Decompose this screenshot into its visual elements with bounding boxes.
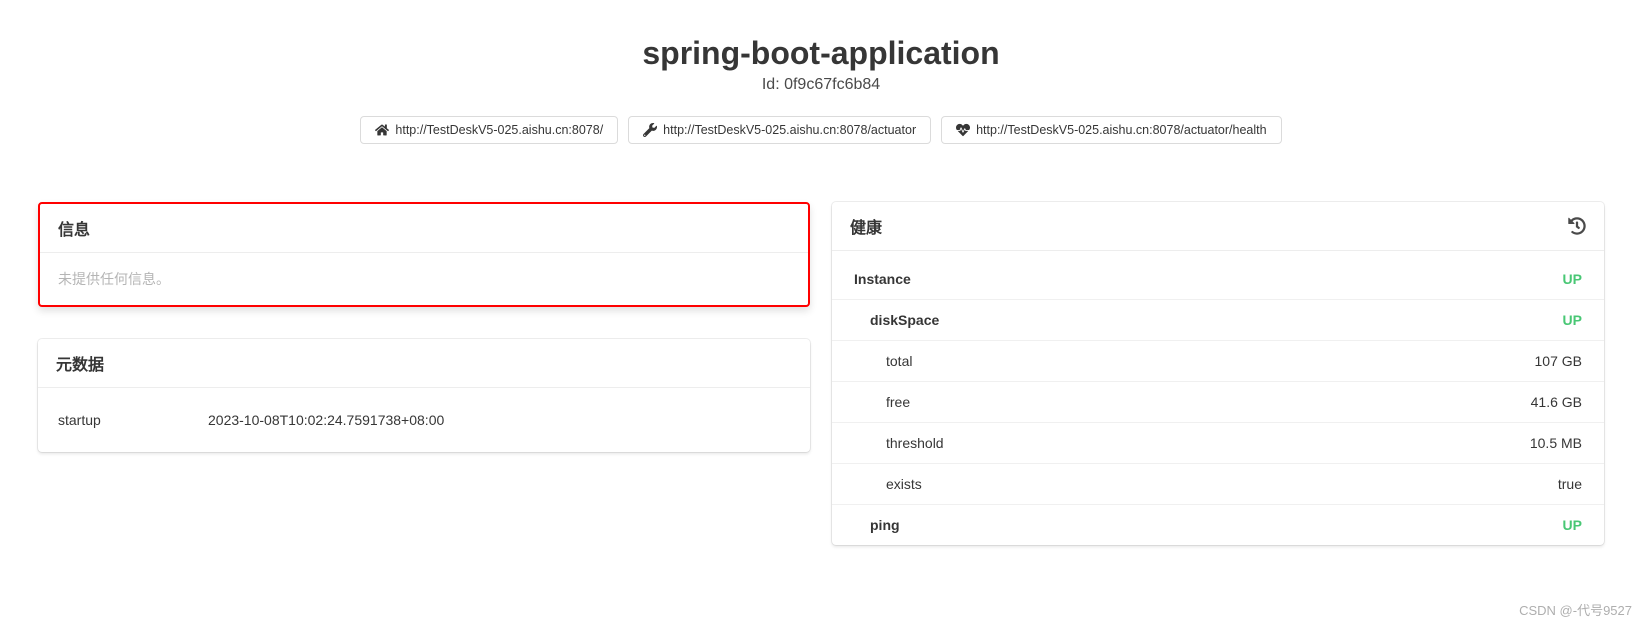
health-row: Instance UP [832,251,1604,299]
info-card-header: 信息 [40,204,808,253]
health-card-title: 健康 [850,214,882,238]
home-icon [375,123,389,137]
health-row-value: UP [1563,312,1582,328]
health-row-label: threshold [886,435,944,451]
url-actuator-button[interactable]: http://TestDeskV5-025.aishu.cn:8078/actu… [628,116,931,144]
health-table: Instance UP diskSpace UP total 107 GB free 41.6… [832,251,1604,545]
health-row-label: ping [870,517,900,533]
health-row-value: 107 GB [1535,353,1582,369]
health-row-value: UP [1563,517,1582,533]
metadata-value: 2023-10-08T10:02:24.7591738+08:00 [208,412,444,428]
info-empty-text: 未提供任何信息。 [58,271,170,287]
health-row-value: 41.6 GB [1531,394,1582,410]
info-card-body: 未提供任何信息。 [40,253,808,305]
url-home-button[interactable]: http://TestDeskV5-025.aishu.cn:8078/ [360,116,618,144]
url-button-group: http://TestDeskV5-025.aishu.cn:8078/ htt… [0,116,1642,144]
health-row-value: 10.5 MB [1530,435,1582,451]
health-row-label: Instance [854,271,911,287]
heartbeat-icon [956,123,970,137]
wrench-icon [643,123,657,137]
health-row: ping UP [832,504,1604,545]
health-row: threshold 10.5 MB [832,422,1604,463]
health-row: exists true [832,463,1604,504]
health-row: free 41.6 GB [832,381,1604,422]
watermark-text: CSDN @-代号9527 [1519,600,1632,619]
health-row-value: UP [1563,271,1582,287]
right-column: 健康 Instance UP diskSpace UP total 107 GB free 4… [832,202,1604,545]
metadata-card-title: 元数据 [56,351,104,375]
health-row-label: exists [886,476,922,492]
history-icon[interactable] [1568,217,1586,235]
info-card: 信息 未提供任何信息。 [38,202,810,307]
health-row-label: diskSpace [870,312,939,328]
health-row: diskSpace UP [832,299,1604,340]
health-row-label: total [886,353,912,369]
app-id: Id: 0f9c67fc6b84 [0,76,1642,94]
page-header: spring-boot-application Id: 0f9c67fc6b84… [0,0,1642,164]
url-home-text: http://TestDeskV5-025.aishu.cn:8078/ [395,123,603,137]
metadata-row: startup 2023-10-08T10:02:24.7591738+08:0… [56,404,792,436]
metadata-card-header: 元数据 [38,339,810,388]
metadata-card-body: startup 2023-10-08T10:02:24.7591738+08:0… [38,388,810,452]
url-health-text: http://TestDeskV5-025.aishu.cn:8078/actu… [976,123,1266,137]
url-actuator-text: http://TestDeskV5-025.aishu.cn:8078/actu… [663,123,916,137]
content-area: 信息 未提供任何信息。 元数据 startup 2023-10-08T10:02… [0,164,1642,565]
health-row-label: free [886,394,910,410]
health-card-header: 健康 [832,202,1604,251]
health-row-value: true [1558,476,1582,492]
metadata-key: startup [58,412,208,428]
health-card: 健康 Instance UP diskSpace UP total 107 GB free 4… [832,202,1604,545]
health-row: total 107 GB [832,340,1604,381]
info-card-title: 信息 [58,216,90,240]
left-column: 信息 未提供任何信息。 元数据 startup 2023-10-08T10:02… [38,202,810,452]
url-health-button[interactable]: http://TestDeskV5-025.aishu.cn:8078/actu… [941,116,1281,144]
app-title: spring-boot-application [0,35,1642,72]
metadata-card: 元数据 startup 2023-10-08T10:02:24.7591738+… [38,339,810,452]
